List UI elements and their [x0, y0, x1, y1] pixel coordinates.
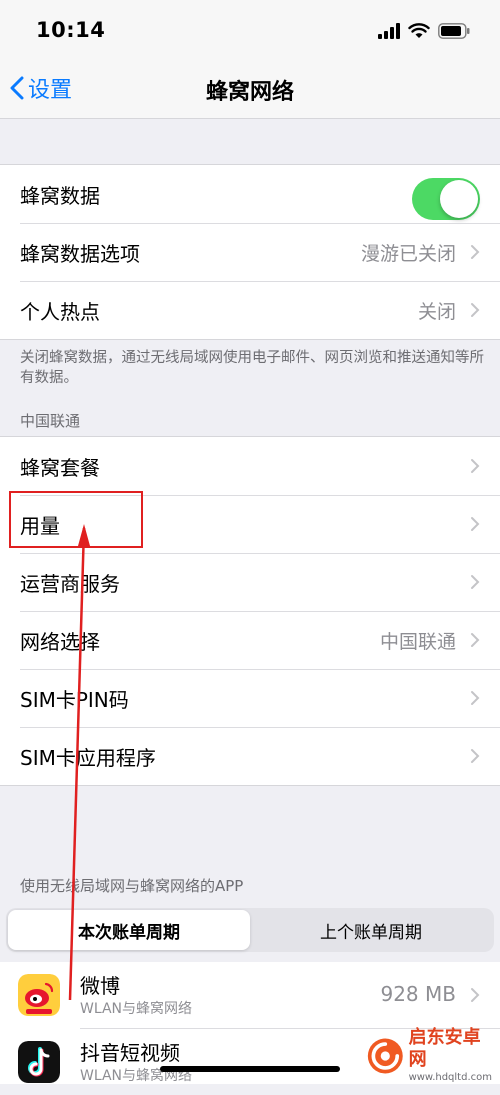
sim-pin-row[interactable]: SIM卡PIN码 [0, 669, 500, 727]
network-selection-label: 网络选择 [20, 629, 100, 654]
carrier-header: 中国联通 [20, 412, 81, 430]
cellular-options-label: 蜂窝数据选项 [20, 241, 140, 266]
chevron-right-icon [471, 633, 480, 647]
chevron-right-icon [471, 749, 480, 763]
app-subtitle: WLAN与蜂窝网络 [80, 1001, 193, 1017]
network-selection-row[interactable]: 网络选择 中国联通 [0, 611, 500, 669]
sim-apps-row[interactable]: SIM卡应用程序 [0, 727, 500, 785]
toggle-knob [440, 180, 478, 218]
cellular-plan-label: 蜂窝套餐 [20, 455, 100, 480]
app-name: 微博 [80, 974, 120, 998]
personal-hotspot-label: 个人热点 [20, 299, 100, 324]
status-time: 10:14 [36, 18, 106, 42]
watermark-url: www.hdqltd.com [408, 1072, 492, 1083]
sim-apps-label: SIM卡应用程序 [20, 745, 156, 770]
cellular-data-label: 蜂窝数据 [20, 183, 100, 208]
chevron-right-icon [471, 459, 480, 473]
watermark-text: 启东安卓网 www.hdqltd.com [409, 1027, 492, 1085]
cellular-settings-group: 蜂窝数据 蜂窝数据选项 漫游已关闭 个人热点 关闭 [0, 164, 500, 340]
douyin-icon [18, 1041, 60, 1083]
home-indicator [160, 1066, 340, 1072]
chevron-right-icon [471, 245, 480, 259]
billing-period-segmented-control: 本次账单周期 上个账单周期 [6, 908, 494, 952]
cellular-footnote: 关闭蜂窝数据，通过无线局域网使用电子邮件、网页浏览和推送通知等所有数据。 [20, 350, 484, 386]
cellular-options-row[interactable]: 蜂窝数据选项 漫游已关闭 [0, 223, 500, 281]
cellular-options-value: 漫游已关闭 [360, 242, 456, 265]
segment-current-period[interactable]: 本次账单周期 [8, 910, 250, 950]
carrier-settings-group: 蜂窝套餐 用量 运营商服务 网络选择 中国联通 SIM卡PIN码 SIM卡应用程… [0, 436, 500, 786]
carrier-services-row[interactable]: 运营商服务 [0, 553, 500, 611]
carrier-services-label: 运营商服务 [20, 571, 120, 596]
navigation-bar: 设置 蜂窝网络 [0, 60, 500, 119]
chevron-right-icon [471, 988, 480, 1002]
watermark-logo-icon [367, 1038, 403, 1074]
page-title: 蜂窝网络 [205, 80, 294, 105]
segment-previous-period[interactable]: 上个账单周期 [250, 910, 492, 950]
personal-hotspot-row[interactable]: 个人热点 关闭 [0, 281, 500, 339]
chevron-right-icon [471, 575, 480, 589]
status-bar: 10:14 [0, 0, 500, 60]
apps-header: 使用无线局域网与蜂窝网络的APP [20, 877, 244, 895]
sim-pin-label: SIM卡PIN码 [20, 687, 129, 712]
watermark-title: 启东安卓网 [408, 1027, 481, 1070]
wifi-icon [408, 23, 430, 38]
cellular-plan-row[interactable]: 蜂窝套餐 [0, 437, 500, 495]
list-item[interactable]: 微博 WLAN与蜂窝网络 928 MB [0, 962, 500, 1028]
battery-icon [438, 23, 470, 39]
network-selection-value: 中国联通 [379, 630, 456, 653]
app-data-size: 928 MB [380, 982, 456, 1006]
cellular-data-toggle[interactable] [412, 178, 480, 220]
chevron-right-icon [471, 691, 480, 705]
chevron-right-icon [471, 303, 480, 317]
personal-hotspot-value: 关闭 [417, 300, 456, 323]
usage-highlight-box [9, 491, 143, 548]
watermark: 启东安卓网 www.hdqltd.com [366, 1027, 492, 1085]
cellular-data-row: 蜂窝数据 [0, 165, 500, 223]
chevron-right-icon [471, 517, 480, 531]
weibo-icon [18, 974, 60, 1016]
app-name: 抖音短视频 [80, 1041, 180, 1065]
signal-icon [378, 23, 400, 39]
status-icons [378, 20, 470, 42]
